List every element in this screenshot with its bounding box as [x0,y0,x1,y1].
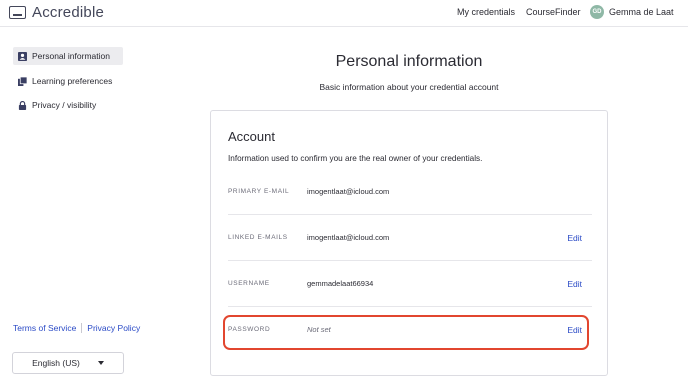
link-divider [81,323,83,333]
password-value: Not set [307,325,331,334]
avatar: GD [590,5,604,19]
account-card: Account Information used to confirm you … [210,110,608,376]
edit-username-button[interactable]: Edit [567,261,582,306]
primary-email-value: imogentlaat@icloud.com [307,186,390,196]
linked-emails-row: LINKED E-MAILS imogentlaat@icloud.com Ed… [228,214,592,260]
username-value: gemmadelaat66934 [307,279,374,288]
terms-of-service-link[interactable]: Terms of Service [13,323,76,333]
books-icon [18,76,27,86]
sidebar-item-label: Personal information [32,51,110,61]
card-title: Account [228,129,275,144]
lock-icon [18,100,27,110]
sidebar-item-label: Privacy / visibility [32,100,97,110]
password-row: PASSWORD Not set Edit [228,306,592,352]
sidebar-item-personal-information[interactable]: Personal information [13,47,123,65]
user-name: Gemma de Laat [609,7,674,17]
user-menu[interactable]: GD Gemma de Laat [590,5,674,19]
row-label: PRIMARY E-MAIL [228,187,290,195]
row-label: PASSWORD [228,326,271,333]
chevron-down-icon [97,361,104,365]
page-subtitle: Basic information about your credential … [319,82,499,92]
page-title: Personal information [335,53,483,70]
logo-text: Accredible [32,4,105,21]
sidebar-item-privacy-visibility[interactable]: Privacy / visibility [13,96,123,114]
language-select[interactable]: English (US) [12,352,124,374]
language-select-value: English (US) [32,358,80,368]
linked-email-value: imogentlaat@icloud.com [307,233,390,242]
nav-my-credentials[interactable]: My credentials [457,7,515,17]
edit-linked-emails-button[interactable]: Edit [567,215,582,260]
row-label: USERNAME [228,280,270,287]
person-card-icon [18,51,27,61]
card-description: Information used to confirm you are the … [228,154,483,163]
sidebar-item-learning-preferences[interactable]: Learning preferences [13,72,123,90]
edit-password-button[interactable]: Edit [567,307,582,352]
sidebar-item-label: Learning preferences [32,76,113,86]
row-label: LINKED E-MAILS [228,234,288,241]
footer-links: Terms of Service Privacy Policy [13,323,140,333]
primary-email-row: PRIMARY E-MAIL imogentlaat@icloud.com [228,168,592,214]
privacy-policy-link[interactable]: Privacy Policy [87,323,140,333]
nav-coursefinder[interactable]: CourseFinder [526,7,581,17]
logo-icon [9,6,26,19]
username-row: USERNAME gemmadelaat66934 Edit [228,260,592,306]
accredible-logo[interactable]: Accredible [9,4,104,21]
top-navigation-bar: Accredible My credentials CourseFinder G… [0,0,688,27]
